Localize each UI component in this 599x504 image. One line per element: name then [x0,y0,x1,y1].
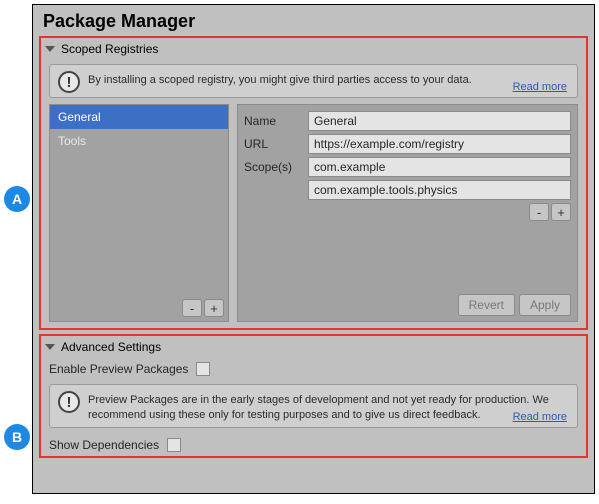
scoped-registry-warning-text: By installing a scoped registry, you mig… [88,71,569,88]
scoped-body: 1 2 General Tools - + Name URL [49,104,578,322]
scoped-registries-section: Scoped Registries ! By installing a scop… [39,36,588,330]
enable-preview-label: Enable Preview Packages [49,362,188,376]
registry-name-input[interactable] [308,111,571,131]
chevron-down-icon [45,344,55,350]
add-registry-button[interactable]: + [204,299,224,317]
registry-list-item-tools[interactable]: Tools [50,129,228,153]
add-scope-button[interactable]: + [551,203,571,221]
info-icon: ! [58,71,80,93]
enable-preview-checkbox[interactable] [196,362,210,376]
show-dependencies-row: Show Dependencies [41,434,586,456]
annotation-marker-a: A [4,186,30,212]
show-dependencies-label: Show Dependencies [49,438,159,452]
registry-detail-panel: Name URL Scope(s) - + [237,104,578,322]
read-more-link[interactable]: Read more [513,411,567,423]
show-dependencies-checkbox[interactable] [167,438,181,452]
scopes-label: Scope(s) [244,160,308,174]
name-label: Name [244,114,308,128]
url-label: URL [244,137,308,151]
apply-button[interactable]: Apply [519,294,571,316]
info-icon: ! [58,391,80,413]
preview-packages-info-text: Preview Packages are in the early stages… [88,391,569,423]
registry-list[interactable]: General Tools - + [49,104,229,322]
chevron-down-icon [45,46,55,52]
scoped-registries-title: Scoped Registries [61,42,158,56]
annotation-marker-b: B [4,424,30,450]
enable-preview-row: Enable Preview Packages [41,358,586,380]
scoped-registries-header[interactable]: Scoped Registries [41,38,586,60]
registry-url-input[interactable] [308,134,571,154]
scope-input-1[interactable] [308,180,571,200]
advanced-settings-title: Advanced Settings [61,340,161,354]
window-title: Package Manager [33,5,594,36]
preview-packages-info-box: ! Preview Packages are in the early stag… [49,384,578,428]
advanced-settings-section: Advanced Settings Enable Preview Package… [39,334,588,458]
scoped-registry-warning-box: ! By installing a scoped registry, you m… [49,64,578,98]
registry-list-item-general[interactable]: General [50,105,228,129]
package-manager-window: Package Manager Scoped Registries ! By i… [32,4,595,494]
remove-registry-button[interactable]: - [182,299,202,317]
remove-scope-button[interactable]: - [529,203,549,221]
revert-button[interactable]: Revert [458,294,515,316]
scope-input-0[interactable] [308,157,571,177]
advanced-settings-header[interactable]: Advanced Settings [41,336,586,358]
read-more-link[interactable]: Read more [513,81,567,93]
